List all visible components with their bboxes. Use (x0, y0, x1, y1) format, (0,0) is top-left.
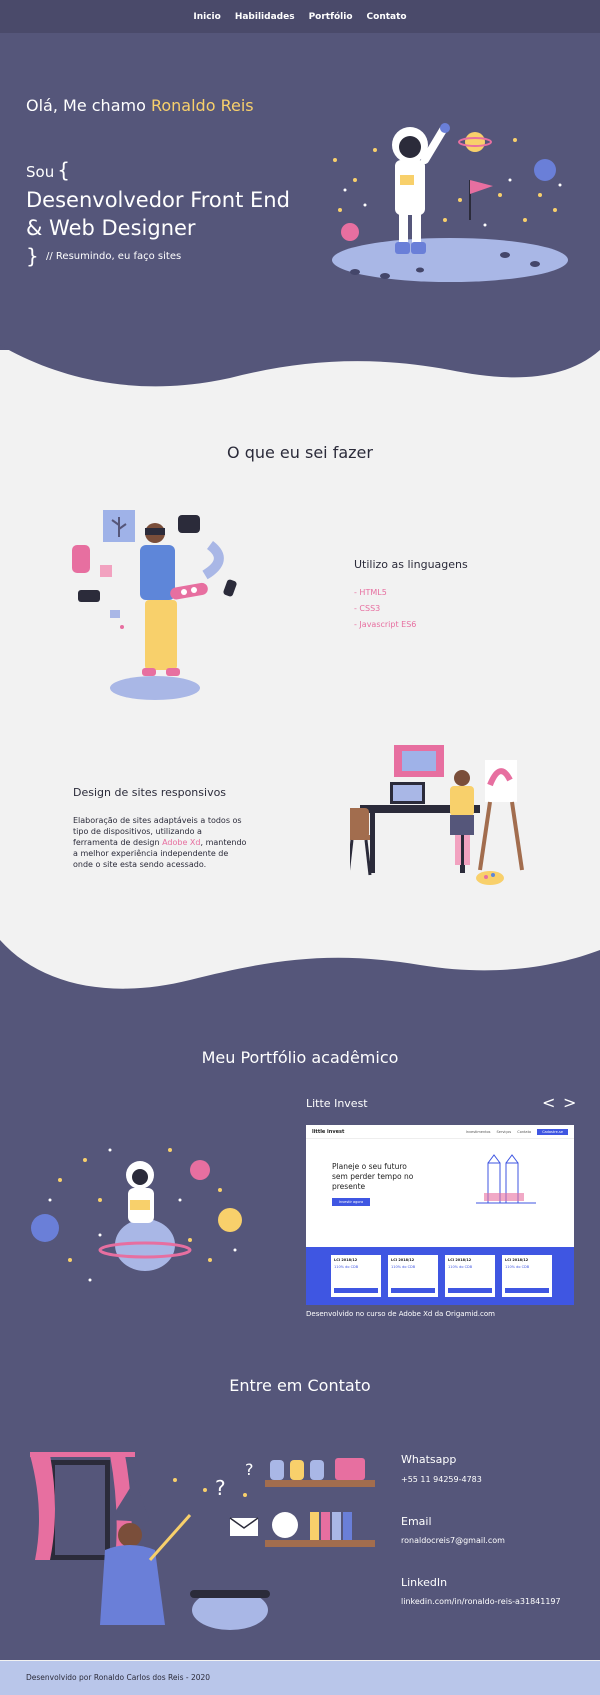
hero-wave (0, 340, 600, 387)
mock-card-title: LCI 2018/12 (505, 1258, 529, 1262)
astronaut-reading-illustration (31, 1148, 242, 1282)
mock-card-rate: 110% do CDB (448, 1265, 473, 1269)
project-preview[interactable]: little invest Investimentos Serviços Con… (306, 1125, 574, 1305)
language-js: - Javascript ES6 (354, 620, 417, 629)
mock-card-title: LCI 2018/12 (391, 1258, 415, 1262)
mock-cta: Cadastre-se (537, 1128, 568, 1135)
hero-greeting: Olá, Me chamo Ronaldo Reis (26, 96, 254, 115)
design-tool: Adobe Xd (162, 838, 201, 847)
mock-links: Investimentos Serviços Contato Cadastre-… (465, 1128, 568, 1135)
mock-card-title: LCI 2018/12 (334, 1258, 358, 1262)
mock-navbar: little invest Investimentos Serviços Con… (306, 1125, 574, 1139)
linkedin-label: LinkedIn (401, 1576, 448, 1589)
mock-card-rate: 110% do CDB (391, 1265, 416, 1269)
mock-card: LCI 2018/12 110% do CDB (388, 1255, 438, 1297)
mock-card-title: LCI 2018/12 (448, 1258, 472, 1262)
languages-list: - HTML5 - CSS3 - Javascript ES6 (354, 585, 416, 633)
mock-hero-text: Planeje o seu futuro sem perder tempo no… (332, 1162, 414, 1191)
whatsapp-label: Whatsapp (401, 1453, 457, 1466)
greeting-name: Ronaldo Reis (150, 96, 254, 115)
hero-title: Desenvolvedor Front End & Web Designer (26, 188, 290, 240)
mock-link: Serviços (496, 1129, 512, 1134)
mock-link: Investimentos (465, 1129, 491, 1134)
portfolio-wave (0, 940, 600, 1002)
hero-summary: // Resumindo, eu faço sites (46, 251, 182, 262)
sou-text: Sou (26, 163, 55, 181)
email-label: Email (401, 1515, 432, 1528)
nav-link-habilidades[interactable]: Habilidades (235, 12, 295, 22)
astronaut-illustration (332, 123, 568, 282)
prev-arrow[interactable]: < (542, 1093, 555, 1112)
mock-card-button (334, 1288, 378, 1293)
mock-card-button (448, 1288, 492, 1293)
skills-title: O que eu sei fazer (227, 443, 373, 462)
mock-card-button (505, 1288, 549, 1293)
top-nav: Inicio Habilidades Portfólio Contato (0, 0, 600, 33)
mock-card-rate: 110% do CDB (505, 1265, 530, 1269)
nav-link-portfolio[interactable]: Portfólio (309, 12, 353, 22)
languages-heading: Utilizo as linguagens (354, 558, 468, 571)
hero-sou: Sou{ (26, 158, 70, 182)
mock-card: LCI 2018/12 110% do CDB (445, 1255, 495, 1297)
footer: Desenvolvido por Ronaldo Carlos dos Reis… (0, 1661, 600, 1695)
design-heading: Design de sites responsivos (73, 786, 227, 799)
design-description: Elaboração de sites adaptáveis a todos o… (73, 815, 248, 870)
mock-card-rate: 110% do CDB (334, 1265, 359, 1269)
linkedin-value[interactable]: linkedin.com/in/ronaldo-reis-a31841197 (401, 1597, 561, 1606)
mock-button: Investir agora (332, 1198, 370, 1206)
language-css: - CSS3 (354, 604, 381, 613)
contact-title: Entre em Contato (229, 1376, 371, 1395)
close-brace: } (26, 244, 39, 268)
next-arrow[interactable]: > (563, 1093, 576, 1112)
mock-card: LCI 2018/12 110% do CDB (331, 1255, 381, 1297)
project-caption: Desenvolvido no curso de Adobe Xd da Ori… (306, 1310, 495, 1318)
mock-card-button (391, 1288, 435, 1293)
greeting-prefix: Olá, Me chamo (26, 96, 146, 115)
email-value[interactable]: ronaldocreis7@gmail.com (401, 1536, 505, 1545)
mock-logo: little invest (312, 1128, 345, 1135)
wizard-illustration: ? ? (30, 1452, 375, 1630)
nav-link-inicio[interactable]: Inicio (193, 12, 220, 22)
svg-text:?: ? (215, 1476, 226, 1500)
whatsapp-value[interactable]: +55 11 94259-4783 (401, 1475, 482, 1484)
vr-person-illustration (72, 510, 237, 700)
svg-text:?: ? (245, 1460, 254, 1479)
mock-card: LCI 2018/12 110% do CDB (502, 1255, 552, 1297)
designer-desk-illustration (350, 745, 524, 885)
portfolio-title: Meu Portfólio acadêmico (201, 1048, 399, 1067)
mock-link: Contato (517, 1129, 532, 1134)
open-brace: { (57, 158, 70, 182)
project-name: Litte Invest (306, 1097, 368, 1110)
building-icon (476, 1154, 536, 1204)
language-html: - HTML5 (354, 588, 387, 597)
nav-link-contato[interactable]: Contato (367, 12, 407, 22)
footer-text: Desenvolvido por Ronaldo Carlos dos Reis… (26, 1673, 211, 1682)
